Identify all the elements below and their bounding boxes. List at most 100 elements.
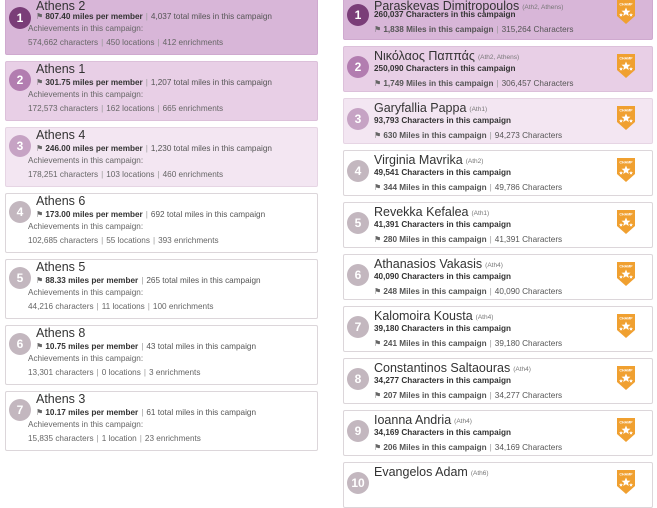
participant-card[interactable]: 3 Garyfallia Pappa (Ath1) 93,793 Characters… — [343, 98, 653, 144]
separator: | — [101, 38, 104, 47]
team-card[interactable]: 3 Athens 4 ⚑ 246.00 miles per member | 1,230 … — [5, 127, 318, 187]
separator: | — [157, 38, 160, 47]
separator: | — [101, 170, 104, 179]
champ-label: CHAMP — [619, 369, 633, 373]
locations-count: 1 location — [101, 434, 137, 443]
locations-count: 162 locations — [106, 104, 155, 113]
campaign-miles: 207 Miles in this campaign — [383, 391, 487, 400]
champ-badge-icon: CHAMP — [616, 417, 636, 443]
team-tag: (Ath4) — [513, 366, 531, 373]
characters-count: 178,251 characters — [28, 170, 99, 179]
team-card[interactable]: 5 Athens 5 ⚑ 88.33 miles per member | 265 tot… — [5, 259, 318, 319]
participant-card[interactable]: 5 Revekka Kefalea (Ath1) 41,391 Characters … — [343, 202, 653, 248]
miles-per-member: 10.17 miles per member — [45, 408, 139, 417]
campaign-characters: 40,090 Characters in this campaign — [374, 272, 511, 281]
characters-count: 44,216 characters — [28, 302, 94, 311]
team-name[interactable]: Athens 4 — [36, 128, 85, 142]
participant-card[interactable]: 8 Constantinos Saltaouras (Ath4) 34,277 Cha… — [343, 358, 653, 404]
participant-name[interactable]: Constantinos Saltaouras (Ath4) — [374, 361, 531, 375]
participant-name-text[interactable]: Ioanna Andria — [374, 413, 451, 427]
rank-badge: 3 — [347, 108, 369, 130]
separator: | — [496, 79, 499, 88]
champ-badge-icon: CHAMP — [616, 313, 636, 339]
miles-line: ⚑ 246.00 miles per member | 1,230 total mil… — [36, 143, 272, 153]
miles-line: ⚑ 206 Miles in this campaign | 34,169 Chara… — [374, 442, 562, 452]
team-tag: (Ath6) — [470, 470, 489, 477]
team-tag: (Ath2) — [465, 158, 484, 165]
separator: | — [157, 104, 160, 113]
participant-name-text[interactable]: Νικόλαος Παππάς — [374, 49, 475, 63]
participant-name-text[interactable]: Revekka Kefalea — [374, 205, 469, 219]
flag-icon: ⚑ — [36, 78, 44, 87]
participant-name[interactable]: Athanasios Vakasis (Ath4) — [374, 257, 503, 271]
team-card[interactable]: 1 Athens 2 ⚑ 807.40 miles per member | 4,037 … — [5, 0, 318, 55]
separator: | — [145, 210, 148, 219]
participant-card[interactable]: 7 Kalomoira Kousta (Ath4) 39,180 Characters… — [343, 306, 653, 352]
team-tag: (Ath1) — [471, 210, 490, 217]
participant-card[interactable]: 10 Evangelos Adam (Ath6) CHAMP — [343, 462, 653, 508]
achievements-label: Achievements in this campaign: — [28, 288, 144, 297]
champ-badge-icon: CHAMP — [616, 365, 636, 391]
participant-card[interactable]: 9 Ioanna Andria (Ath4) 34,169 Characters in… — [343, 410, 653, 456]
total-miles: 4,037 total miles in this campaign — [150, 12, 272, 21]
team-card[interactable]: 4 Athens 6 ⚑ 173.00 miles per member | 692 to… — [5, 193, 318, 253]
participant-name-text[interactable]: Kalomoira Kousta — [374, 309, 473, 323]
campaign-miles: 206 Miles in this campaign — [383, 443, 487, 452]
champ-badge-icon: CHAMP — [616, 261, 636, 287]
miles-per-member: 246.00 miles per member — [45, 144, 143, 153]
achievements-stats: 44,216 characters | 11 locations | 100 enric… — [28, 302, 213, 311]
separator: | — [96, 302, 99, 311]
participant-name-text[interactable]: Virginia Mavrika — [374, 153, 463, 167]
enrichments-count: 23 enrichments — [144, 434, 201, 443]
separator: | — [489, 391, 492, 400]
locations-count: 103 locations — [106, 170, 155, 179]
separator: | — [157, 170, 160, 179]
rank-badge: 5 — [347, 212, 369, 234]
achievements-label: Achievements in this campaign: — [28, 90, 144, 99]
team-name[interactable]: Athens 8 — [36, 326, 85, 340]
team-name[interactable]: Athens 5 — [36, 260, 85, 274]
participant-name[interactable]: Νικόλαος Παππάς (Ath2, Athens) — [374, 49, 519, 63]
campaign-characters: 34,277 Characters in this campaign — [374, 376, 511, 385]
miles-per-member: 807.40 miles per member — [45, 12, 143, 21]
participant-name-text[interactable]: Evangelos Adam — [374, 465, 468, 479]
participant-name[interactable]: Garyfallia Pappa (Ath1) — [374, 101, 487, 115]
rank-badge: 5 — [9, 267, 31, 289]
flag-icon: ⚑ — [36, 210, 44, 219]
champ-badge-icon: CHAMP — [616, 157, 636, 183]
miles-line: ⚑ 241 Miles in this campaign | 39,180 Chara… — [374, 338, 562, 348]
achievements-stats: 15,835 characters | 1 location | 23 enrichme… — [28, 434, 201, 443]
flag-icon: ⚑ — [36, 342, 44, 351]
miles-per-member: 10.75 miles per member — [45, 342, 139, 351]
characters-count: 15,835 characters — [28, 434, 94, 443]
team-card[interactable]: 7 Athens 3 ⚑ 10.17 miles per member | 61 tota… — [5, 391, 318, 451]
participant-name-text[interactable]: Constantinos Saltaouras — [374, 361, 510, 375]
participant-card[interactable]: 2 Νικόλαος Παππάς (Ath2, Athens) 250,090 Ch… — [343, 46, 653, 92]
team-name[interactable]: Athens 1 — [36, 62, 85, 76]
participant-name[interactable]: Kalomoira Kousta (Ath4) — [374, 309, 493, 323]
champ-badge-icon: CHAMP — [616, 53, 636, 79]
separator: | — [101, 236, 104, 245]
participant-name[interactable]: Revekka Kefalea (Ath1) — [374, 205, 489, 219]
campaign-characters: 93,793 Characters in this campaign — [374, 116, 511, 125]
participant-name-text[interactable]: Athanasios Vakasis — [374, 257, 482, 271]
rank-badge: 1 — [347, 4, 369, 26]
flag-icon: ⚑ — [374, 443, 382, 452]
rank-badge: 2 — [347, 56, 369, 78]
participant-card[interactable]: 1 Paraskevas Dimitropoulos (Ath2, Athens) 2… — [343, 0, 653, 40]
flag-icon: ⚑ — [36, 408, 44, 417]
participant-name-text[interactable]: Garyfallia Pappa — [374, 101, 466, 115]
participant-card[interactable]: 4 Virginia Mavrika (Ath2) 49,541 Characters… — [343, 150, 653, 196]
participant-name[interactable]: Virginia Mavrika (Ath2) — [374, 153, 483, 167]
achievements-stats: 102,685 characters | 55 locations | 393 enri… — [28, 236, 219, 245]
team-card[interactable]: 6 Athens 8 ⚑ 10.75 miles per member | 43 tota… — [5, 325, 318, 385]
participant-name[interactable]: Ioanna Andria (Ath4) — [374, 413, 472, 427]
champ-label: CHAMP — [619, 3, 633, 7]
team-name[interactable]: Athens 6 — [36, 194, 85, 208]
team-name[interactable]: Athens 3 — [36, 392, 85, 406]
rank-badge: 9 — [347, 420, 369, 442]
team-card[interactable]: 2 Athens 1 ⚑ 301.75 miles per member | 1,207 … — [5, 61, 318, 121]
participant-name[interactable]: Evangelos Adam (Ath6) — [374, 465, 489, 479]
total-characters: 34,169 Characters — [494, 443, 563, 452]
participant-card[interactable]: 6 Athanasios Vakasis (Ath4) 40,090 Characte… — [343, 254, 653, 300]
